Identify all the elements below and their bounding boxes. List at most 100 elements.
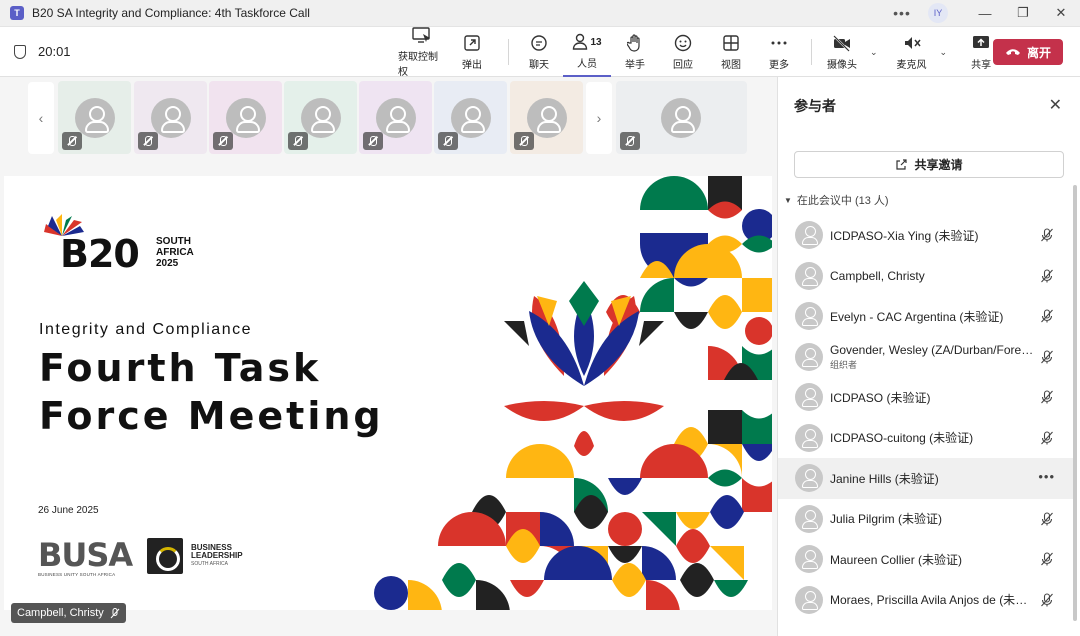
hang-up-icon [1005,49,1020,55]
participant-tile[interactable] [616,81,747,154]
participant-name: Campbell, Christy [830,268,925,283]
people-button[interactable]: 13 人员 [563,27,611,77]
ellipsis-icon [770,33,788,53]
mic-button[interactable]: 麦克风 [888,27,936,77]
participant-tile[interactable] [434,81,507,154]
b20-brand: B20 [60,232,140,276]
in-meeting-section[interactable]: ▼ 在此会议中 (13 人) [784,192,889,208]
chat-button[interactable]: 聊天 [515,27,563,77]
speaker-name-tag: Campbell, Christy [11,603,126,623]
mic-muted-icon[interactable] [1040,511,1054,526]
smiley-icon [674,33,692,53]
participant-row[interactable]: Julia Pilgrim (未验证) [778,499,1073,540]
panel-scrollbar[interactable] [1073,185,1077,621]
people-icon: 13 [572,32,602,52]
participant-row[interactable]: Maureen Collier (未验证) [778,539,1073,580]
speaker-name: Campbell, Christy [17,607,104,619]
participant-row[interactable]: Evelyn - CAC Argentina (未验证) [778,296,1073,337]
strip-prev-button[interactable]: ‹ [28,82,54,154]
strip-next-button[interactable]: › [586,82,612,154]
chat-icon [530,33,548,53]
mic-label: 麦克风 [896,60,927,71]
mic-muted-icon[interactable] [1040,390,1054,404]
bl-mark-icon [147,538,183,574]
mic-muted-icon [213,132,233,150]
more-button[interactable]: 更多 [755,27,803,77]
brand-sub-line: AFRICA [156,247,194,258]
leave-label: 离开 [1026,45,1051,60]
mic-muted-icon[interactable] [1040,552,1054,566]
meeting-toolbar: 20:01 获取控制权 弹出 聊天 13 人员 举手 回应 视图 更多 摄像头 … [0,26,1080,78]
popout-button[interactable]: 弹出 [448,27,496,77]
mic-muted-icon [438,132,458,150]
minimize-button[interactable]: — [966,0,1004,27]
brand-sub-line: SOUTH [156,236,191,247]
participant-row[interactable]: Campbell, Christy [778,256,1073,297]
participant-row[interactable]: Janine Hills (未验证) ••• [778,458,1073,499]
participant-name: ICDPASO-cuitong (未验证) [830,431,974,446]
participant-name: Govender, Wesley (ZA/Durban/Foren... [830,342,1035,357]
toolbar-divider [508,39,509,65]
participant-name: Maureen Collier (未验证) [830,552,963,567]
toolbar-divider [811,39,812,65]
camera-options-chevron-icon[interactable]: ⌄ [870,47,878,58]
participant-tile[interactable] [510,81,583,154]
maximize-button[interactable]: ❐ [1004,0,1042,27]
more-options-icon[interactable]: ••• [882,5,922,21]
people-label: 人员 [577,59,597,70]
mic-options-chevron-icon[interactable]: ⌄ [940,47,948,58]
view-button[interactable]: 视图 [707,27,755,77]
share-screen-icon [972,33,990,53]
participant-row[interactable]: ICDPASO-cuitong (未验证) [778,418,1073,459]
avatar [795,383,823,412]
participant-row[interactable]: Govender, Wesley (ZA/Durban/Foren... 组织者 [778,337,1073,378]
raise-hand-button[interactable]: 举手 [611,27,659,77]
close-window-button[interactable]: ✕ [1042,0,1080,27]
participant-row[interactable]: ICDPASO-Xia Ying (未验证) [778,215,1073,256]
camera-button[interactable]: 摄像头 [818,27,866,77]
mic-muted-icon [138,132,158,150]
camera-label: 摄像头 [827,60,857,71]
take-control-button[interactable]: 获取控制权 [398,26,446,78]
collapse-caret-icon: ▼ [784,195,792,205]
mic-muted-icon[interactable] [1040,228,1054,242]
headline-line: Fourth Task [39,346,322,390]
brand-sub-line: 2025 [156,258,179,269]
decorative-geometric-artwork [374,176,772,610]
mic-muted-icon[interactable] [1040,268,1054,283]
meeting-timer: 20:01 [14,44,71,59]
video-strip: ‹ › [0,77,776,172]
participant-tile[interactable] [134,81,207,154]
share-invite-button[interactable]: 共享邀请 [794,151,1064,178]
participant-tile[interactable] [359,81,432,154]
shared-presentation: B20 SOUTH AFRICA 2025 Integrity and Comp… [4,176,772,610]
participant-row[interactable]: Moraes, Priscilla Avila Anjos de (未验... [778,580,1073,621]
participant-tile[interactable] [284,81,357,154]
participant-tile[interactable] [209,81,282,154]
participant-more-icon[interactable]: ••• [1038,469,1055,484]
leave-button[interactable]: 离开 [993,39,1063,65]
mic-muted-icon[interactable] [1040,349,1054,364]
slide-subtitle: Integrity and Compliance [39,321,252,338]
panel-title: 参与者 [794,98,836,114]
mic-muted-icon[interactable] [1040,592,1054,607]
participant-tile[interactable] [58,81,131,154]
mic-muted-icon [363,132,383,150]
grid-icon [722,33,740,53]
avatar [795,504,823,533]
mic-muted-icon [110,607,120,618]
share-invite-label: 共享邀请 [914,158,963,172]
share-icon [896,159,908,170]
close-panel-icon[interactable]: ✕ [1049,95,1062,115]
participant-name: ICDPASO-Xia Ying (未验证) [830,228,979,243]
mic-muted-icon[interactable] [1040,309,1054,323]
busa-wordmark: BUSA [38,536,133,574]
participant-row[interactable]: ICDPASO (未验证) [778,377,1073,418]
user-avatar[interactable]: IY [928,3,948,23]
react-button[interactable]: 回应 [659,27,707,77]
b20-brand-subtitle: SOUTH AFRICA 2025 [156,236,194,269]
avatar [795,261,823,290]
participant-name: ICDPASO (未验证) [830,390,931,405]
headline-line: Force Meeting [39,394,384,438]
mic-muted-icon[interactable] [1040,430,1054,445]
